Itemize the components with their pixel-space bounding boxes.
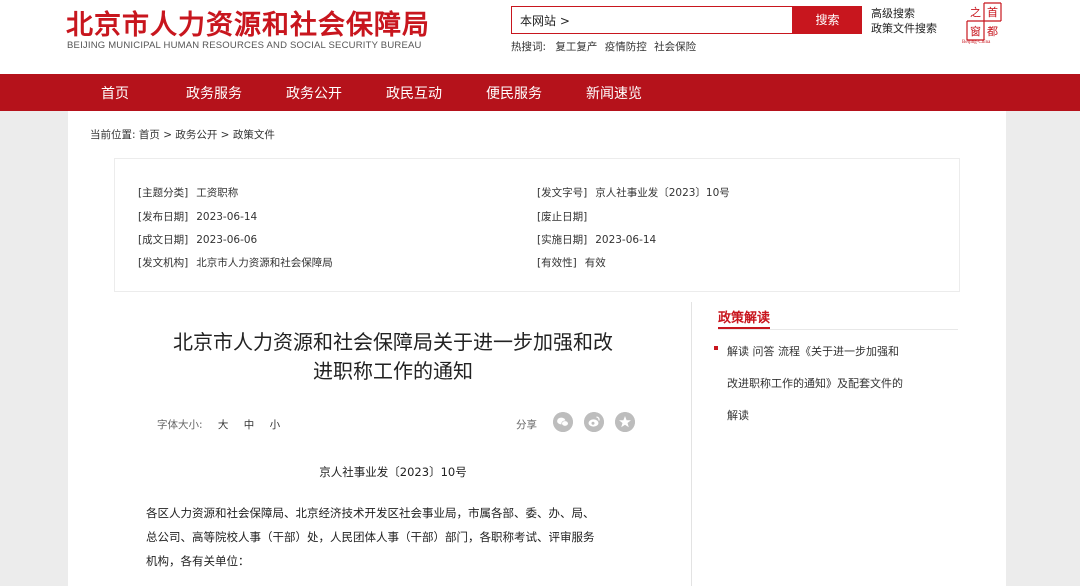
meta-value: 北京市人力资源和社会保障局 — [196, 257, 333, 269]
sidebar-link-line: 解读 — [727, 409, 749, 422]
seal-char: 窗 — [970, 24, 981, 38]
hot-word-link[interactable]: 社会保险 — [654, 41, 696, 53]
meta-value: 京人社事业发〔2023〕10号 — [595, 187, 730, 199]
document-number: 京人社事业发〔2023〕10号 — [319, 465, 467, 479]
column-divider — [691, 302, 692, 586]
seal-char: 之 — [970, 5, 981, 19]
nav-item-home[interactable]: 首页 — [101, 83, 129, 103]
capital-window-seal-icon[interactable]: 首 都 之 窗 — [964, 0, 1004, 44]
meta-label: [实施日期] — [537, 234, 588, 246]
wechat-icon[interactable] — [553, 412, 573, 432]
meta-value: 2023-06-14 — [595, 234, 657, 246]
nav-item-news[interactable]: 新闻速览 — [586, 83, 642, 103]
article-body-line: 各区人力资源和社会保障局、北京经济技术开发区社会事业局，市属各部、委、办、局、 — [146, 506, 595, 520]
font-size-large-button[interactable]: 大 — [218, 419, 229, 431]
font-size-label: 字体大小: — [157, 419, 203, 431]
meta-label: [发文机构] — [138, 257, 189, 269]
meta-value: 2023-06-06 — [196, 234, 258, 246]
sidebar-title-rule — [718, 329, 958, 330]
meta-row: [发文机构] 北京市人力资源和社会保障局 — [138, 255, 333, 270]
star-icon[interactable] — [615, 412, 635, 432]
policy-interpretation-title[interactable]: 政策解读 — [718, 307, 771, 329]
meta-label: [主题分类] — [138, 187, 189, 199]
font-size-medium-button[interactable]: 中 — [244, 419, 255, 431]
article-body: 各区人力资源和社会保障局、北京经济技术开发区社会事业局，市属各部、委、办、局、 … — [146, 501, 646, 573]
article-title-line: 进职称工作的通知 — [313, 359, 473, 383]
meta-label: [发布日期] — [138, 211, 189, 223]
hot-word-link[interactable]: 疫情防控 — [605, 41, 647, 53]
seal-caption: Beijing·China — [962, 40, 991, 45]
search-input[interactable]: 本网站 > — [511, 6, 793, 34]
article-body-line: 机构，各有关单位： — [146, 554, 250, 568]
nav-item-gov-services[interactable]: 政务服务 — [186, 83, 242, 103]
search-button[interactable]: 搜索 — [793, 6, 862, 34]
meta-label: [发文字号] — [537, 187, 588, 199]
meta-row: [有效性] 有效 — [537, 255, 606, 270]
bullet-icon — [714, 346, 718, 350]
meta-row: [主题分类] 工资职称 — [138, 185, 238, 200]
meta-row: [发文字号] 京人社事业发〔2023〕10号 — [537, 185, 730, 200]
weibo-icon[interactable] — [584, 412, 604, 432]
meta-value: 有效 — [584, 257, 606, 269]
nav-item-interaction[interactable]: 政民互动 — [386, 83, 442, 103]
meta-label: [有效性] — [537, 257, 577, 269]
document-meta-table: [主题分类] 工资职称 [发布日期] 2023-06-14 [成文日期] 2023-0… — [114, 158, 960, 292]
seal-char: 都 — [987, 25, 998, 38]
font-size-small-button[interactable]: 小 — [270, 419, 281, 431]
nav-item-gov-open[interactable]: 政务公开 — [286, 83, 342, 103]
meta-value: 2023-06-14 — [196, 211, 258, 223]
site-logo-en: BEIJING MUNICIPAL HUMAN RESOURCES AND SO… — [67, 40, 422, 51]
policy-search-link[interactable]: 政策文件搜索 — [871, 21, 937, 36]
hot-search-bar: 热搜词: 复工复产 疫情防控 社会保险 — [511, 39, 696, 54]
meta-label: [废止日期] — [537, 211, 588, 223]
article-title: 北京市人力资源和社会保障局关于进一步加强和改 进职称工作的通知 — [143, 328, 643, 386]
sidebar-link-line: 解读 问答 流程《关于进一步加强和 — [727, 345, 899, 358]
site-logo-cn[interactable]: 北京市人力资源和社会保障局 — [66, 3, 430, 42]
meta-row: [发布日期] 2023-06-14 — [138, 209, 257, 224]
site-header: 北京市人力资源和社会保障局 BEIJING MUNICIPAL HUMAN RE… — [0, 0, 1080, 74]
font-size-controls: 字体大小: 大 中 小 — [157, 417, 280, 432]
advanced-links: 高级搜索 政策文件搜索 — [871, 6, 937, 36]
article-title-line: 北京市人力资源和社会保障局关于进一步加强和改 — [173, 330, 613, 354]
sidebar-link-line: 改进职称工作的通知》及配套文件的 — [727, 377, 903, 390]
nav-item-public-services[interactable]: 便民服务 — [486, 83, 542, 103]
meta-value: 工资职称 — [196, 187, 239, 199]
meta-row: [废止日期] — [537, 209, 595, 224]
policy-interpretation-link[interactable]: 解读 问答 流程《关于进一步加强和 改进职称工作的通知》及配套文件的 解读 — [727, 336, 942, 432]
article-body-line: 总公司、高等院校人事（干部）处，人民团体人事（干部）部门，各职称考试、评审服务 — [146, 530, 595, 544]
meta-row: [实施日期] 2023-06-14 — [537, 232, 656, 247]
hot-word-link[interactable]: 复工复产 — [555, 41, 597, 53]
search-scope-select[interactable]: 本网站 > — [520, 12, 570, 29]
breadcrumb[interactable]: 当前位置: 首页 > 政务公开 > 政策文件 — [90, 127, 275, 142]
meta-row: [成文日期] 2023-06-06 — [138, 232, 257, 247]
share-label: 分享 — [516, 419, 537, 431]
content-card: 当前位置: 首页 > 政务公开 > 政策文件 [主题分类] 工资职称 [发布日期]… — [68, 111, 1006, 586]
seal-char: 首 — [987, 5, 998, 19]
hot-search-label: 热搜词: — [511, 41, 547, 53]
main-nav: 首页 政务服务 政务公开 政民互动 便民服务 新闻速览 — [0, 74, 1080, 111]
meta-label: [成文日期] — [138, 234, 189, 246]
advanced-search-link[interactable]: 高级搜索 — [871, 6, 937, 21]
